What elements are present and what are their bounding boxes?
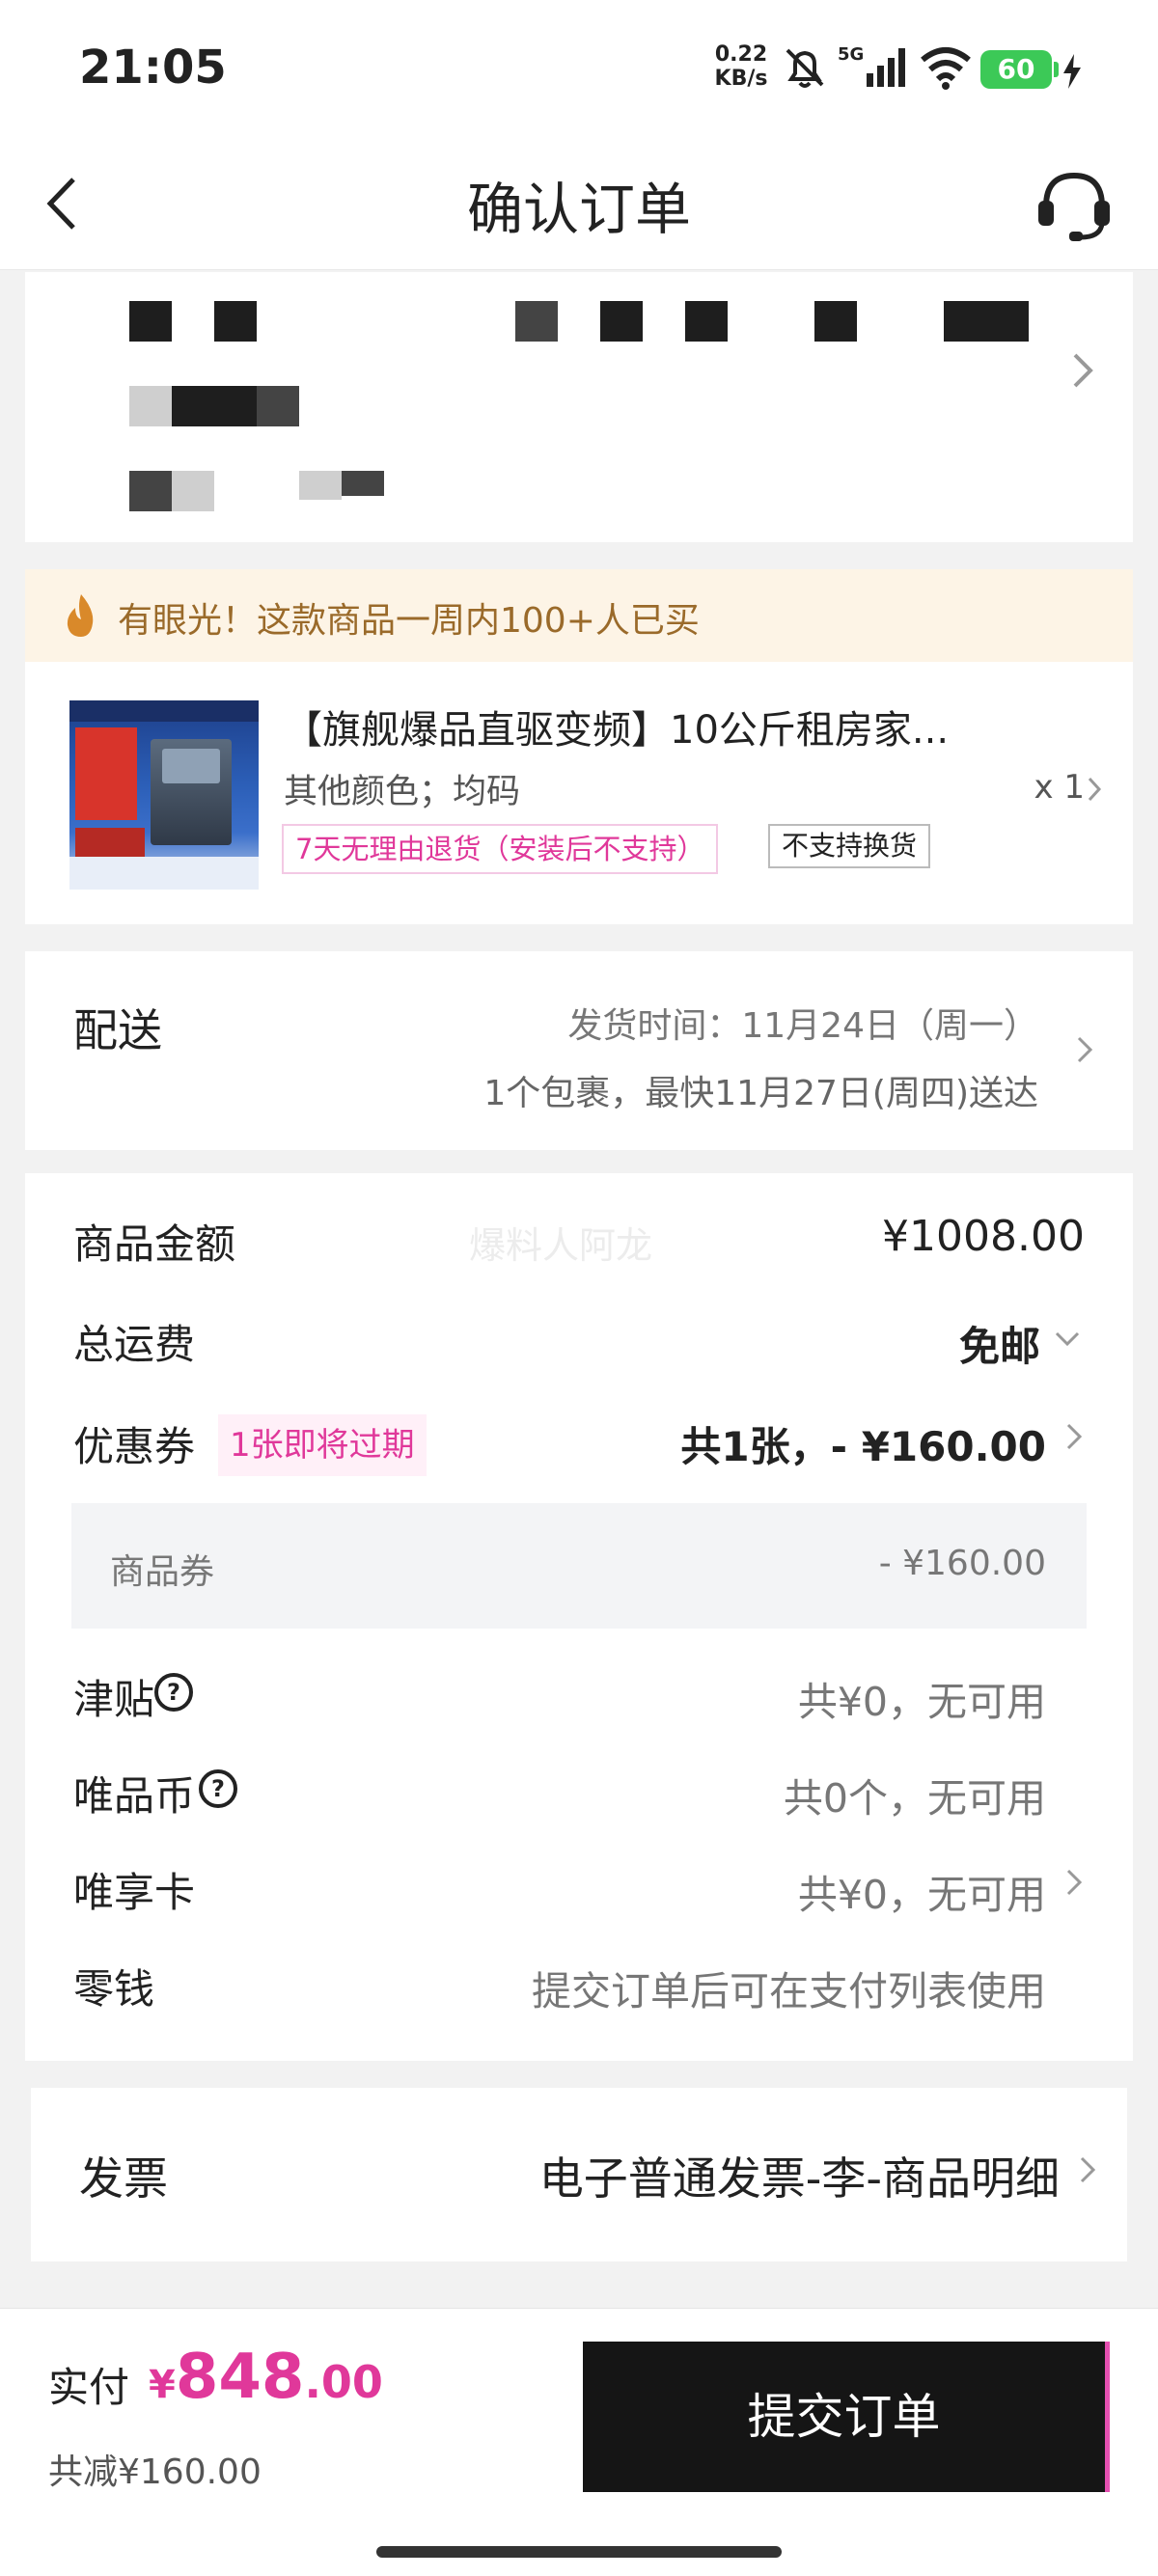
page-title: 确认订单 [466, 177, 691, 242]
pay-label: 实付 [48, 2364, 130, 2411]
product-title[interactable]: 【旗舰爆品直驱变频】10公斤租房家... [284, 699, 1075, 754]
chevron-right-icon [1080, 2156, 1096, 2183]
washing-machine-graphic [151, 739, 232, 845]
return-policy-tag: 7天无理由退货（安装后不支持） [282, 824, 719, 874]
masked-text [685, 301, 728, 342]
masked-text [172, 471, 214, 511]
shipping-value[interactable]: 免邮 [959, 1314, 1040, 1373]
net-speed: 0.22 KB/s [712, 42, 770, 91]
flame-icon [67, 594, 94, 637]
pay-amount-dec: .00 [304, 2356, 383, 2408]
charging-icon [1063, 54, 1081, 89]
masked-text [299, 471, 342, 500]
chevron-right-icon[interactable] [1065, 1422, 1083, 1451]
address-card[interactable] [25, 272, 1133, 542]
invoice-value[interactable]: 电子普通发票-李-商品明细 [539, 2144, 1060, 2207]
net-speed-value: 0.22 [714, 42, 768, 67]
subsidy-label: 津贴 [73, 1676, 155, 1723]
status-bar: 21:05 0.22 KB/s 5G 60 [0, 0, 1158, 135]
invoice-card[interactable]: 发票 电子普通发票-李-商品明细 [31, 2088, 1127, 2261]
pay-currency: ¥ [149, 2363, 176, 2407]
masked-text [214, 301, 257, 342]
change-label: 零钱 [73, 1965, 155, 2013]
battery-cap [1054, 62, 1059, 77]
product-card[interactable]: 【旗舰爆品直驱变频】10公斤租房家... 其他颜色；均码 x 1 7天无理由退货… [25, 662, 1133, 924]
goods-amount-label: 商品金额 [73, 1220, 236, 1268]
status-time: 21:05 [79, 41, 227, 95]
chevron-right-icon[interactable] [1065, 1868, 1083, 1897]
price-breakdown-card: 商品金额 爆料人阿龙 ¥1008.00 总运费 免邮 优惠券 1张即将过期 共1… [25, 1173, 1133, 2061]
product-image-badge [75, 727, 137, 820]
total-saved: 共减¥160.00 [48, 2453, 262, 2492]
submit-order-button[interactable]: 提交订单 [583, 2342, 1110, 2492]
exchange-policy-tag: 不支持换货 [768, 824, 931, 868]
masked-text [944, 301, 1029, 342]
chevron-down-icon[interactable] [1054, 1329, 1081, 1349]
coupon-expiring-badge: 1张即将过期 [218, 1414, 427, 1476]
delivery-card[interactable]: 配送 发货时间：11月24日（周一） 1个包裹，最快11月27日(周四)送达 [25, 951, 1133, 1150]
masked-text [600, 301, 643, 342]
help-icon[interactable]: ? [199, 1769, 237, 1808]
home-indicator[interactable] [376, 2546, 782, 2558]
goods-coupon-value: - ¥160.00 [878, 1544, 1046, 1583]
mute-bell-icon [786, 48, 824, 88]
masked-text [129, 301, 172, 342]
product-image-footer [69, 857, 259, 890]
goods-amount-value: ¥1008.00 [882, 1212, 1085, 1261]
signal-5g-icon: 5G [838, 44, 905, 87]
product-quantity[interactable]: x 1 [1034, 768, 1085, 807]
battery-indicator: 60 [980, 50, 1052, 89]
product-image-panel [75, 828, 145, 857]
coupon-label: 优惠券 [73, 1423, 196, 1470]
chevron-right-icon [1073, 353, 1093, 388]
product-spec: 其他颜色；均码 [284, 773, 521, 811]
change-value: 提交订单后可在支付列表使用 [532, 1968, 1046, 2014]
card-value[interactable]: 共¥0，无可用 [798, 1862, 1046, 1920]
checkout-bar: 实付 ¥848.00 共减¥160.00 提交订单 [0, 2308, 1158, 2576]
pay-amount: ¥848.00 [149, 2342, 383, 2413]
help-icon[interactable]: ? [154, 1673, 193, 1712]
net-speed-unit: KB/s [714, 67, 768, 91]
coin-value: 共0个，无可用 [783, 1775, 1046, 1822]
chevron-right-icon [1088, 777, 1102, 802]
popularity-hint: 有眼光！这款商品一周内100+人已买 [25, 569, 1133, 662]
watermark-text: 爆料人阿龙 [469, 1224, 653, 1267]
pay-amount-int: 848 [175, 2342, 305, 2413]
goods-coupon-row: 商品券 - ¥160.00 [71, 1503, 1087, 1629]
masked-text [342, 471, 384, 496]
masked-text [129, 386, 172, 426]
delivery-label: 配送 [73, 1004, 162, 1056]
invoice-label: 发票 [79, 2152, 168, 2205]
shipping-label: 总运费 [73, 1321, 196, 1368]
subsidy-value: 共¥0，无可用 [797, 1679, 1046, 1725]
product-image[interactable] [69, 700, 259, 890]
wifi-icon [921, 47, 971, 90]
delivery-eta: 1个包裹，最快11月27日(周四)送达 [483, 1074, 1038, 1113]
coupon-value[interactable]: 共1张，- ¥160.00 [680, 1414, 1046, 1473]
masked-text [515, 301, 558, 342]
card-label: 唯享卡 [73, 1869, 196, 1916]
chevron-right-icon [1077, 1036, 1093, 1063]
customer-service-icon[interactable] [1033, 164, 1116, 247]
goods-coupon-label: 商品券 [110, 1552, 215, 1592]
coin-label: 唯品币 [73, 1772, 196, 1820]
ship-time: 发货时间：11月24日（周一） [567, 1006, 1038, 1046]
nav-bar: 确认订单 [0, 135, 1158, 270]
masked-text [257, 386, 299, 426]
masked-text [814, 301, 857, 342]
product-image-banner [69, 700, 259, 722]
masked-text [172, 386, 257, 426]
hint-text: 有眼光！这款商品一周内100+人已买 [118, 601, 700, 641]
masked-text [129, 471, 172, 511]
svg-text:5G: 5G [838, 44, 864, 65]
